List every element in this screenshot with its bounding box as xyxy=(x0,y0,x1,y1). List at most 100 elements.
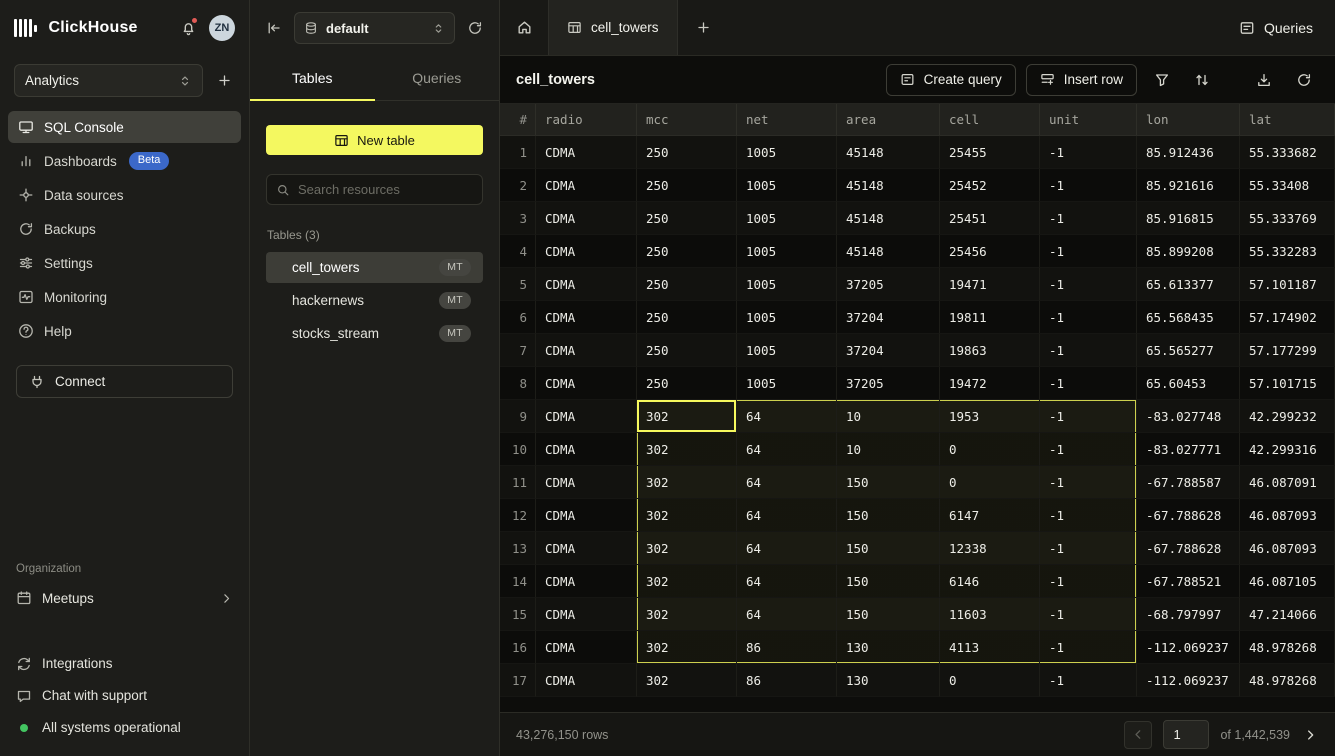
data-cell[interactable]: -1 xyxy=(1040,532,1137,565)
data-cell[interactable]: CDMA xyxy=(536,301,637,334)
data-cell[interactable]: 64 xyxy=(737,532,837,565)
data-cell[interactable]: -68.797997 xyxy=(1137,598,1240,631)
sidebar-item-sql-console[interactable]: SQL Console xyxy=(8,111,241,143)
data-cell[interactable]: -1 xyxy=(1040,202,1137,235)
data-cell[interactable]: 86 xyxy=(737,631,837,664)
data-cell[interactable]: -1 xyxy=(1040,433,1137,466)
data-cell[interactable]: 302 xyxy=(637,532,737,565)
sidebar-item-data-sources[interactable]: Data sources xyxy=(8,179,241,211)
data-cell[interactable]: 19471 xyxy=(940,268,1040,301)
sidebar-item-meetups[interactable]: Meetups xyxy=(14,581,235,615)
data-cell[interactable]: CDMA xyxy=(536,466,637,499)
column-header-cell[interactable]: cell xyxy=(940,104,1040,135)
data-cell[interactable]: 55.332283 xyxy=(1240,235,1335,268)
data-cell[interactable]: 37204 xyxy=(837,301,940,334)
data-cell[interactable]: 65.565277 xyxy=(1137,334,1240,367)
data-cell[interactable]: 1953 xyxy=(940,400,1040,433)
database-selector[interactable]: default xyxy=(294,12,455,44)
data-cell[interactable]: CDMA xyxy=(536,268,637,301)
data-cell[interactable]: 86 xyxy=(737,664,837,697)
queries-button[interactable]: Queries xyxy=(1239,20,1313,36)
data-cell[interactable]: CDMA xyxy=(536,334,637,367)
data-cell[interactable]: 0 xyxy=(940,466,1040,499)
column-header-area[interactable]: area xyxy=(837,104,940,135)
data-cell[interactable]: 64 xyxy=(737,433,837,466)
column-header-lat[interactable]: lat xyxy=(1240,104,1335,135)
data-cell[interactable]: -1 xyxy=(1040,136,1137,169)
data-cell[interactable]: CDMA xyxy=(536,202,637,235)
data-cell[interactable]: 6147 xyxy=(940,499,1040,532)
data-cell[interactable]: 302 xyxy=(637,565,737,598)
data-cell[interactable]: -1 xyxy=(1040,499,1137,532)
data-cell[interactable]: 57.101715 xyxy=(1240,367,1335,400)
data-cell[interactable]: -1 xyxy=(1040,631,1137,664)
connect-button[interactable]: Connect xyxy=(16,365,233,398)
data-cell[interactable]: 25451 xyxy=(940,202,1040,235)
data-cell[interactable]: -83.027771 xyxy=(1137,433,1240,466)
data-cell[interactable]: 55.33408 xyxy=(1240,169,1335,202)
data-cell[interactable]: 25452 xyxy=(940,169,1040,202)
data-cell[interactable]: 64 xyxy=(737,565,837,598)
add-workspace-button[interactable] xyxy=(213,73,235,88)
data-cell[interactable]: -1 xyxy=(1040,268,1137,301)
data-cell[interactable]: -1 xyxy=(1040,466,1137,499)
new-tab-button[interactable] xyxy=(678,0,730,55)
data-cell[interactable]: 42.299316 xyxy=(1240,433,1335,466)
data-cell[interactable]: 37205 xyxy=(837,367,940,400)
data-cell[interactable]: 64 xyxy=(737,499,837,532)
column-header-mcc[interactable]: mcc xyxy=(637,104,737,135)
data-cell[interactable]: CDMA xyxy=(536,433,637,466)
data-cell[interactable]: 150 xyxy=(837,466,940,499)
data-cell[interactable]: 1005 xyxy=(737,136,837,169)
data-cell[interactable]: 1005 xyxy=(737,202,837,235)
data-cell[interactable]: 1005 xyxy=(737,235,837,268)
data-cell[interactable]: 10 xyxy=(837,433,940,466)
user-avatar[interactable]: ZN xyxy=(209,15,235,41)
data-cell[interactable]: 250 xyxy=(637,235,737,268)
sidebar-item-integrations[interactable]: Integrations xyxy=(14,649,235,678)
sidebar-item-dashboards[interactable]: DashboardsBeta xyxy=(8,145,241,177)
data-cell[interactable]: 64 xyxy=(737,466,837,499)
column-header-unit[interactable]: unit xyxy=(1040,104,1137,135)
data-cell[interactable]: 1005 xyxy=(737,367,837,400)
data-cell[interactable]: 65.568435 xyxy=(1137,301,1240,334)
refresh-icon[interactable] xyxy=(467,20,483,36)
search-input[interactable] xyxy=(298,182,473,197)
data-cell[interactable]: 150 xyxy=(837,565,940,598)
data-cell[interactable]: 250 xyxy=(637,334,737,367)
refresh-icon[interactable] xyxy=(1289,65,1319,95)
data-cell[interactable]: 1005 xyxy=(737,268,837,301)
column-header-lon[interactable]: lon xyxy=(1137,104,1240,135)
sidebar-item-chat-with-support[interactable]: Chat with support xyxy=(14,681,235,710)
data-cell[interactable]: CDMA xyxy=(536,169,637,202)
data-cell[interactable]: -67.788587 xyxy=(1137,466,1240,499)
data-cell[interactable]: -1 xyxy=(1040,598,1137,631)
data-cell[interactable]: CDMA xyxy=(536,499,637,532)
data-cell[interactable]: 25455 xyxy=(940,136,1040,169)
data-cell[interactable]: 46.087105 xyxy=(1240,565,1335,598)
data-cell[interactable]: -67.788521 xyxy=(1137,565,1240,598)
data-cell[interactable]: CDMA xyxy=(536,598,637,631)
data-cell[interactable]: 150 xyxy=(837,499,940,532)
sort-icon[interactable] xyxy=(1187,65,1217,95)
data-cell[interactable]: 25456 xyxy=(940,235,1040,268)
page-number-input[interactable] xyxy=(1163,720,1209,749)
data-cell[interactable]: 57.101187 xyxy=(1240,268,1335,301)
data-cell[interactable]: -1 xyxy=(1040,400,1137,433)
data-cell[interactable]: 57.177299 xyxy=(1240,334,1335,367)
data-cell[interactable]: 302 xyxy=(637,466,737,499)
data-cell[interactable]: 11603 xyxy=(940,598,1040,631)
data-cell[interactable]: 302 xyxy=(637,433,737,466)
sidebar-item-all-systems-operational[interactable]: All systems operational xyxy=(14,713,235,742)
sidebar-item-backups[interactable]: Backups xyxy=(8,213,241,245)
data-cell[interactable]: 64 xyxy=(737,598,837,631)
data-cell[interactable]: -1 xyxy=(1040,565,1137,598)
data-cell[interactable]: 302 xyxy=(637,664,737,697)
data-cell[interactable]: 46.087091 xyxy=(1240,466,1335,499)
data-cell[interactable]: 85.916815 xyxy=(1137,202,1240,235)
data-cell[interactable]: 250 xyxy=(637,169,737,202)
data-cell[interactable]: -1 xyxy=(1040,367,1137,400)
data-cell[interactable]: 250 xyxy=(637,202,737,235)
data-cell[interactable]: 85.912436 xyxy=(1137,136,1240,169)
new-table-button[interactable]: New table xyxy=(266,125,483,155)
